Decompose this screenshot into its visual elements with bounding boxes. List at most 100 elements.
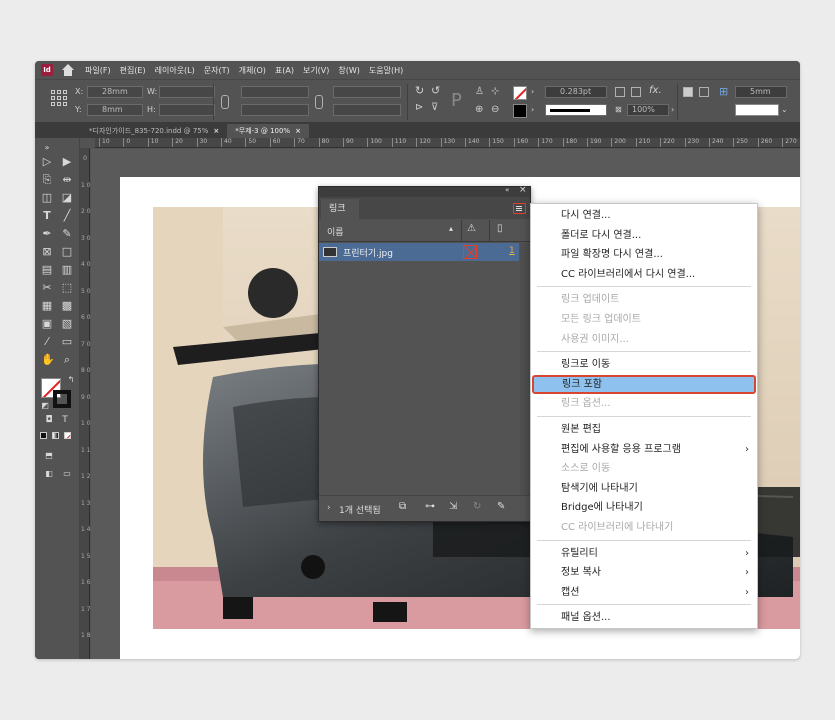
rectangle-tool-icon[interactable]: □ (61, 246, 73, 258)
menu-item[interactable]: 레이아웃(L) (155, 65, 195, 76)
menu-item[interactable]: 편집에 사용할 응용 프로그램 › (531, 440, 757, 459)
w-field[interactable] (159, 86, 215, 98)
distribute-icon[interactable] (699, 87, 709, 97)
rotate-field[interactable] (333, 86, 401, 98)
menu-item[interactable]: 파일(F) (85, 65, 111, 76)
menu-item[interactable]: 캡션 › (531, 583, 757, 602)
direct-selection-tool-icon[interactable]: ▶ (61, 156, 73, 168)
type-tool-icon[interactable]: T (41, 210, 53, 222)
menu-item[interactable]: 편집(E) (120, 65, 146, 76)
gradient-feather-tool-icon[interactable]: ▩ (61, 300, 73, 312)
color-swatch-select[interactable] (735, 104, 779, 116)
page-tool-icon[interactable]: ⎘ (41, 174, 53, 186)
content-placer-icon[interactable]: ◪ (61, 192, 73, 204)
measure-tool-icon[interactable]: ▭ (61, 336, 73, 348)
menu-item[interactable]: 도움말(H) (369, 65, 403, 76)
menu-item[interactable]: 링크 포함 (532, 374, 756, 394)
chevron-right-icon[interactable]: › (531, 87, 534, 96)
constrain-scale-icon[interactable] (315, 95, 323, 109)
menu-item[interactable]: 다시 연결... (531, 206, 757, 225)
close-tab-icon[interactable]: × (213, 127, 219, 135)
menu-item[interactable]: 원본 편집 (531, 420, 757, 439)
preview-view-icon[interactable]: ▭ (61, 468, 73, 480)
collapse-icon[interactable]: « (505, 186, 509, 194)
normal-view-icon[interactable]: ◧ (43, 468, 55, 480)
stroke-swatch[interactable] (513, 104, 527, 118)
menu-item[interactable]: 유틸리티 › (531, 544, 757, 563)
document-tab[interactable]: *무제-3 @ 100% × (227, 124, 309, 138)
align-icon[interactable] (683, 87, 693, 97)
selection-tool-icon[interactable]: ▷ (41, 156, 53, 168)
collapse-toolbox-icon[interactable]: » (41, 142, 53, 154)
select-container-icon[interactable]: ♙ (475, 86, 484, 97)
menu-item[interactable]: 보기(V) (303, 65, 329, 76)
gradient-swatch-tool-icon[interactable]: ▦ (41, 300, 53, 312)
eyedropper-tool-icon[interactable]: ⁄ (41, 336, 53, 348)
expand-chevron-icon[interactable]: › (327, 503, 331, 513)
warning-icon[interactable]: ⚠ (467, 223, 476, 234)
line-tool-icon[interactable]: ╱ (61, 210, 73, 222)
chevron-down-icon[interactable]: ⌄ (781, 105, 788, 114)
screen-mode-icon[interactable]: ⬒ (43, 450, 55, 462)
update-link-icon[interactable]: ↻ (473, 501, 481, 512)
pen-tool-icon[interactable]: ✒ (41, 228, 53, 240)
link-row[interactable]: 프린터기.jpg 1 (319, 243, 519, 261)
formatting-text-icon[interactable]: T (59, 414, 71, 426)
menu-item[interactable]: 개체(O) (239, 65, 266, 76)
size-field[interactable]: 5mm (735, 86, 787, 98)
edit-original-icon[interactable]: ✎ (497, 501, 505, 512)
chevron-right-icon[interactable]: › (531, 105, 534, 114)
auto-fit-icon[interactable]: ⊞ (719, 85, 728, 98)
panel-menu-icon[interactable] (513, 203, 526, 214)
zoom-tool-icon[interactable]: ⌕ (61, 354, 73, 366)
default-colors-icon[interactable]: ◩ (39, 400, 51, 412)
stroke-weight-field[interactable]: 0.283pt (545, 86, 607, 98)
vertical-grid-tool-icon[interactable]: ▥ (61, 264, 73, 276)
horizontal-grid-tool-icon[interactable]: ▤ (41, 264, 53, 276)
pencil-tool-icon[interactable]: ✎ (61, 228, 73, 240)
menu-item[interactable]: 파일 확장명 다시 연결... (531, 245, 757, 264)
fill-none-swatch[interactable] (513, 86, 527, 100)
drop-shadow-icon[interactable] (631, 87, 641, 97)
color-theme-tool-icon[interactable]: ▧ (61, 318, 73, 330)
menu-item[interactable]: 문자(T) (204, 65, 230, 76)
scissors-tool-icon[interactable]: ✂ (41, 282, 53, 294)
go-to-link-icon[interactable]: ⇲ (449, 501, 457, 512)
note-tool-icon[interactable]: ▣ (41, 318, 53, 330)
link-page-number[interactable]: 1 (509, 246, 515, 256)
home-icon[interactable] (61, 64, 75, 76)
menu-item[interactable]: Bridge에 나타내기 (531, 498, 757, 517)
menu-item[interactable]: CC 라이브러리에서 다시 연결... (531, 265, 757, 284)
rectangle-frame-tool-icon[interactable]: ⊠ (41, 246, 53, 258)
tab-links[interactable]: 링크 (321, 199, 359, 219)
apply-color-icon[interactable] (40, 432, 47, 439)
menu-item[interactable]: 정보 복사 › (531, 563, 757, 582)
cc-library-icon[interactable]: ⧉ (399, 501, 406, 512)
y-field[interactable]: 8mm (87, 104, 143, 116)
scale-x-field[interactable] (241, 86, 309, 98)
rotate-ccw-icon[interactable]: ↺ (431, 84, 440, 97)
flip-h-icon[interactable]: ⊳ (415, 102, 423, 113)
swap-colors-icon[interactable]: ↰ (65, 374, 77, 386)
name-column-header[interactable]: 이름 (327, 225, 344, 238)
text-wrap-icon[interactable] (615, 87, 625, 97)
flip-v-icon[interactable]: ⊽ (431, 102, 438, 113)
select-prev-icon[interactable]: ⊕ (475, 104, 483, 115)
free-transform-tool-icon[interactable]: ⬚ (61, 282, 73, 294)
hand-tool-icon[interactable]: ✋ (41, 354, 55, 366)
chevron-right-icon[interactable]: › (671, 105, 674, 114)
panel-scrollbar[interactable] (520, 243, 530, 495)
select-next-icon[interactable]: ⊖ (491, 104, 499, 115)
menu-item[interactable]: 탐색기에 나타내기 (531, 479, 757, 498)
menu-item[interactable]: 창(W) (338, 65, 360, 76)
panel-close-icon[interactable]: × (519, 185, 527, 195)
constrain-proportions-icon[interactable] (221, 95, 229, 109)
reference-point-icon[interactable] (51, 90, 67, 106)
stroke-color-swatch[interactable] (53, 390, 71, 408)
rotate-cw-icon[interactable]: ↻ (415, 84, 424, 97)
select-content-icon[interactable]: ⊹ (491, 86, 499, 97)
scale-y-field[interactable] (241, 104, 309, 116)
x-field[interactable]: 28mm (87, 86, 143, 98)
relink-icon[interactable]: ⊶ (425, 501, 435, 512)
document-tab[interactable]: *디자인가이드_835-720.indd @ 75% × (81, 124, 227, 138)
